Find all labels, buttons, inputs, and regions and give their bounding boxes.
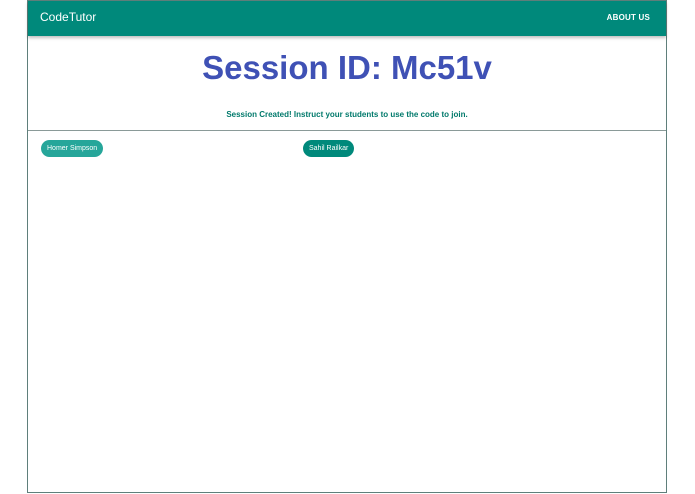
session-id-title: Session ID: Mc51v [202,49,492,86]
app-frame: CodeTutor ABOUT US Session ID: Mc51v Ses… [27,0,667,493]
divider [28,130,666,131]
student-chip-sahil-railkar[interactable]: Sahil Railkar [303,140,355,157]
brand-logo[interactable]: CodeTutor [40,10,96,24]
session-created-message: Session Created! Instruct your students … [226,110,468,119]
navbar: CodeTutor ABOUT US [28,1,666,36]
student-chip-homer-simpson[interactable]: Homer Simpson [41,140,104,157]
about-us-link[interactable]: ABOUT US [607,13,650,22]
